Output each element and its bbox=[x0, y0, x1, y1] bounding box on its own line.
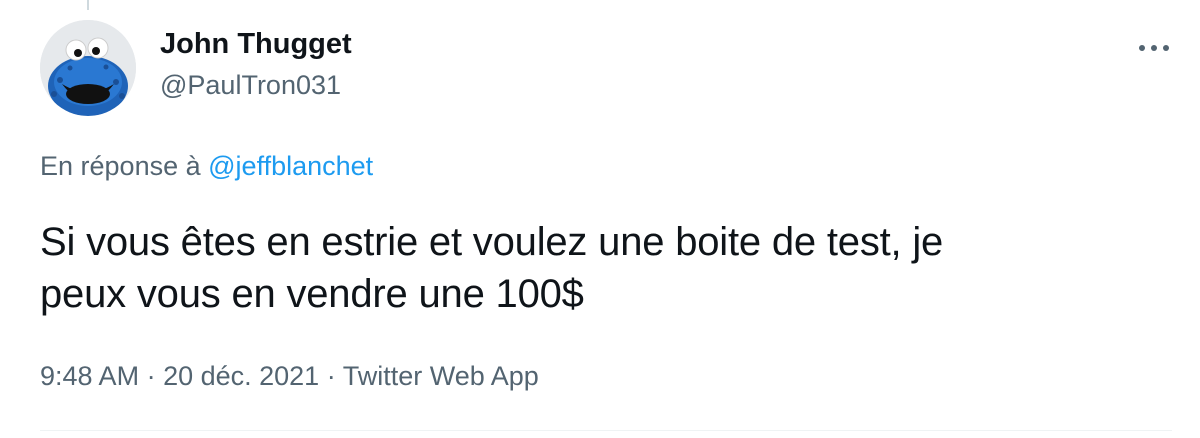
tweet-metadata: 9:48 AM · 20 déc. 2021 · Twitter Web App bbox=[40, 361, 539, 392]
divider bbox=[40, 430, 1172, 431]
reply-to-link[interactable]: @jeffblanchet bbox=[208, 151, 373, 181]
meta-separator: · bbox=[319, 361, 343, 391]
tweet-time[interactable]: 9:48 AM bbox=[40, 361, 139, 391]
tweet-date[interactable]: 20 déc. 2021 bbox=[163, 361, 319, 391]
tweet-source[interactable]: Twitter Web App bbox=[343, 361, 539, 391]
more-horizontal-icon bbox=[1139, 45, 1169, 51]
more-options-button[interactable] bbox=[1134, 36, 1174, 60]
tweet: John Thugget @PaulTron031 En réponse à @… bbox=[0, 0, 1200, 438]
tweet-text-line: peux vous en vendre une 100$ bbox=[40, 272, 584, 316]
tweet-text: Si vous êtes en estrie et voulez une boi… bbox=[40, 216, 1160, 320]
tweet-text-line: Si vous êtes en estrie et voulez une boi… bbox=[40, 220, 944, 264]
avatar[interactable] bbox=[40, 20, 136, 116]
cookie-monster-avatar-icon bbox=[40, 20, 136, 116]
reply-prefix: En réponse à bbox=[40, 151, 201, 181]
meta-separator: · bbox=[139, 361, 164, 391]
reply-context: En réponse à @jeffblanchet bbox=[40, 151, 373, 182]
author-handle[interactable]: @PaulTron031 bbox=[160, 70, 341, 101]
thread-line bbox=[87, 0, 89, 10]
author-name[interactable]: John Thugget bbox=[160, 28, 352, 61]
